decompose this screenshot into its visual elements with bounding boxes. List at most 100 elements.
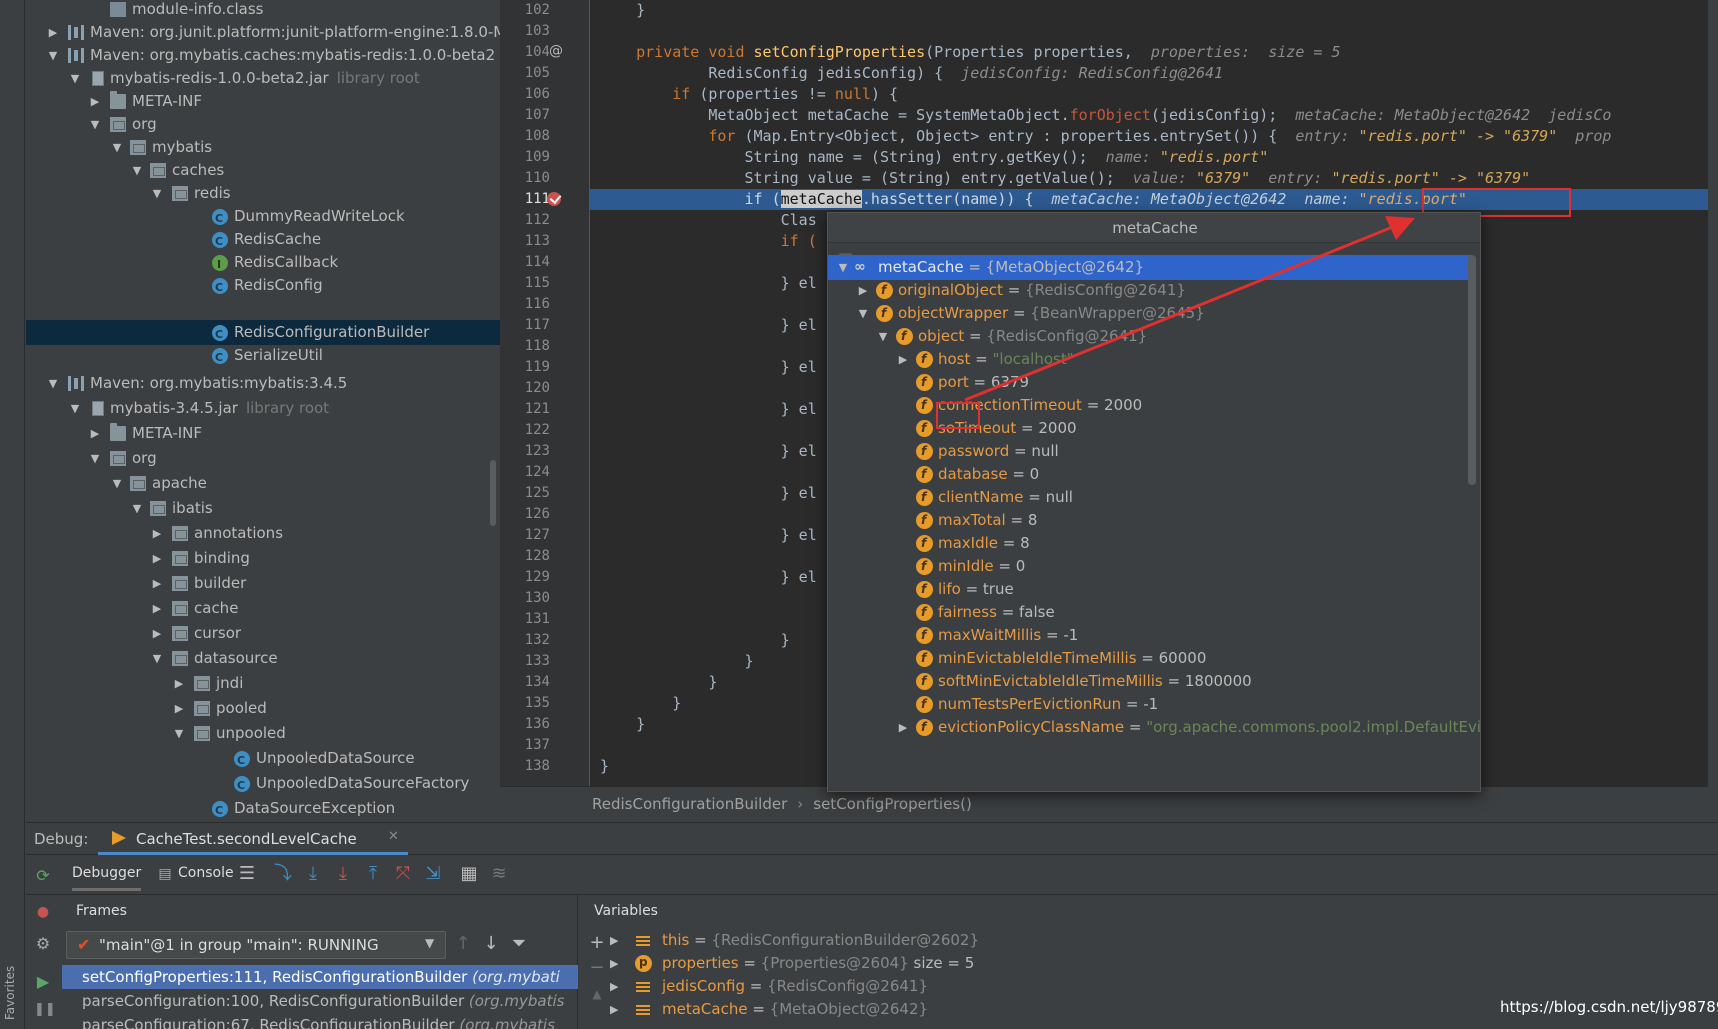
breakpoint-icon[interactable] [547,192,561,206]
line-number[interactable]: 104 [500,42,550,63]
filter-icon[interactable]: ⏷ [508,933,530,955]
down-arrow-icon[interactable]: ↓ [480,933,502,955]
frame-row[interactable]: setConfigProperties:111, RedisConfigurat… [62,965,578,989]
tree-item[interactable]: ▶ cache [26,596,500,621]
frame-row[interactable]: parseConfiguration:67, RedisConfiguratio… [62,1013,578,1029]
line-number[interactable]: 105 [500,63,550,84]
tree-item[interactable]: ▼ apache [26,471,500,496]
tree-item[interactable]: ▼ Maven: org.mybatis:mybatis:3.4.5 [26,371,500,396]
collapse-arrow-icon[interactable]: ▼ [110,471,124,496]
line-number[interactable]: 127 [500,525,550,546]
close-icon[interactable]: ✕ [388,829,399,844]
popup-variable-row[interactable]: maxTotal = 8 [828,508,1472,533]
tree-item[interactable]: ▼ unpooled [26,721,500,746]
line-number[interactable]: 120 [500,378,550,399]
popup-variable-row[interactable]: softMinEvictableIdleTimeMillis = 1800000 [828,669,1472,694]
collapse-arrow-icon[interactable]: ▼ [88,112,102,137]
tree-item[interactable]: ▶ binding [26,546,500,571]
tree-item[interactable]: ▼ Maven: org.mybatis.caches:mybatis-redis… [26,43,500,68]
collapse-arrow-icon[interactable]: ▼ [68,396,82,421]
tree-item[interactable]: RedisConfig [26,273,500,300]
popup-variable-row[interactable]: maxWaitMillis = -1 [828,623,1472,648]
tree-scrollbar[interactable] [490,460,496,526]
pause-icon[interactable]: ❚❚ [34,1001,56,1019]
breadcrumb-class[interactable]: RedisConfigurationBuilder [592,795,787,813]
expand-arrow-icon[interactable]: ▶ [610,998,624,1021]
popup-scrollbar[interactable] [1468,255,1476,485]
line-number[interactable]: 109 [500,147,550,168]
popup-variable-row[interactable]: database = 0 [828,462,1472,487]
step-over-icon[interactable]: ⤓ [302,863,324,885]
line-number[interactable]: 123 [500,441,550,462]
line-number[interactable]: 108 [500,126,550,147]
line-number[interactable]: 135 [500,693,550,714]
expand-arrow-icon[interactable]: ▶ [150,621,164,646]
tree-item[interactable]: DummyReadWriteLock [26,204,500,231]
line-number[interactable]: 116 [500,294,550,315]
collapse-arrow-icon[interactable]: ▼ [130,496,144,521]
tree-item[interactable]: ▼ mybatis-redis-1.0.0-beta2.jar library ro… [26,66,500,91]
line-number[interactable]: 106 [500,84,550,105]
thread-selector[interactable]: ✔ "main"@1 in group "main": RUNNING ▼ [66,931,446,959]
add-watch-icon[interactable]: + [586,932,608,954]
popup-variable-row[interactable]: password = null [828,439,1472,464]
collapse-arrow-icon[interactable]: ▼ [150,646,164,671]
line-number[interactable]: 129 [500,567,550,588]
resume-icon[interactable]: ▶ [34,973,52,991]
debug-session-tab[interactable]: CacheTest.secondLevelCache ✕ [98,823,408,855]
console-tab[interactable]: Console [178,865,234,881]
expand-arrow-icon[interactable]: ▶ [610,975,624,998]
collapse-arrow-icon[interactable]: ▼ [110,135,124,160]
expand-arrow-icon[interactable]: ▶ [46,20,60,45]
expand-arrow-icon[interactable]: ▶ [150,521,164,546]
collapse-arrow-icon[interactable]: ▼ [46,371,60,396]
up-arrow-icon[interactable]: ↑ [452,933,474,955]
line-number[interactable]: 122 [500,420,550,441]
line-number[interactable]: 107 [500,105,550,126]
expand-arrow-icon[interactable]: ▶ [172,696,186,721]
frame-row[interactable]: parseConfiguration:100, RedisConfigurati… [62,989,578,1013]
tree-item[interactable]: ▶ jndi [26,671,500,696]
popup-variable-row[interactable]: lifo = true [828,577,1472,602]
collapse-arrow-icon[interactable]: ▼ [876,324,890,349]
expand-arrow-icon[interactable]: ▶ [88,89,102,114]
tree-item[interactable]: ▼ mybatis-3.4.5.jar library root [26,396,500,421]
line-number[interactable]: 138 [500,756,550,777]
tree-item[interactable]: ▼ redis [26,181,500,206]
evaluate-expression-icon[interactable]: ▦ [458,863,480,885]
tree-item[interactable]: RedisCache [26,227,500,254]
line-number[interactable]: 133 [500,651,550,672]
expand-arrow-icon[interactable]: ▶ [88,421,102,446]
debugger-tab[interactable]: Debugger [72,865,142,891]
tree-item[interactable]: ▶ META-INF [26,89,500,114]
breakpoints-icon[interactable]: ● [34,903,52,921]
line-number[interactable]: 125 [500,483,550,504]
line-number[interactable]: 130 [500,588,550,609]
popup-variable-row[interactable]: minIdle = 0 [828,554,1472,579]
drop-frame-icon[interactable]: ⤧ [392,863,414,885]
override-marker-icon[interactable]: @ [549,44,563,58]
line-number[interactable]: 110 [500,168,550,189]
tree-item[interactable]: ▶ Maven: org.junit.platform:junit-platfor… [26,20,500,45]
popup-variable-row[interactable]: clientName = null [828,485,1472,510]
variable-row[interactable]: ▶ jedisConfig = {RedisConfig@2641} [610,975,1410,998]
expand-arrow-icon[interactable]: ▶ [150,546,164,571]
collapse-arrow-icon[interactable]: ▼ [856,301,870,326]
favorites-tool-tab[interactable]: Favorites [3,930,21,1020]
tree-item[interactable]: ▼ datasource [26,646,500,671]
line-number[interactable]: 131 [500,609,550,630]
tree-item[interactable]: ▼ org [26,446,500,471]
line-number[interactable]: 126 [500,504,550,525]
line-number[interactable]: 128 [500,546,550,567]
collapse-arrow-icon[interactable]: ▼ [46,43,60,68]
tree-item[interactable]: DataSourceException [26,796,500,822]
variable-row[interactable]: ▶ metaCache = {MetaObject@2642} [610,998,1410,1021]
collapse-arrow-icon[interactable]: ▼ [172,721,186,746]
tree-item[interactable]: UnpooledDataSource [26,746,500,773]
tree-item[interactable]: UnpooledDataSourceFactory [26,771,500,798]
tree-item[interactable]: ▼ mybatis [26,135,500,160]
line-number[interactable]: 121 [500,399,550,420]
breadcrumb-method[interactable]: setConfigProperties() [813,795,972,813]
line-number[interactable]: 117 [500,315,550,336]
run-to-cursor-icon[interactable]: ⇲ [422,863,444,885]
